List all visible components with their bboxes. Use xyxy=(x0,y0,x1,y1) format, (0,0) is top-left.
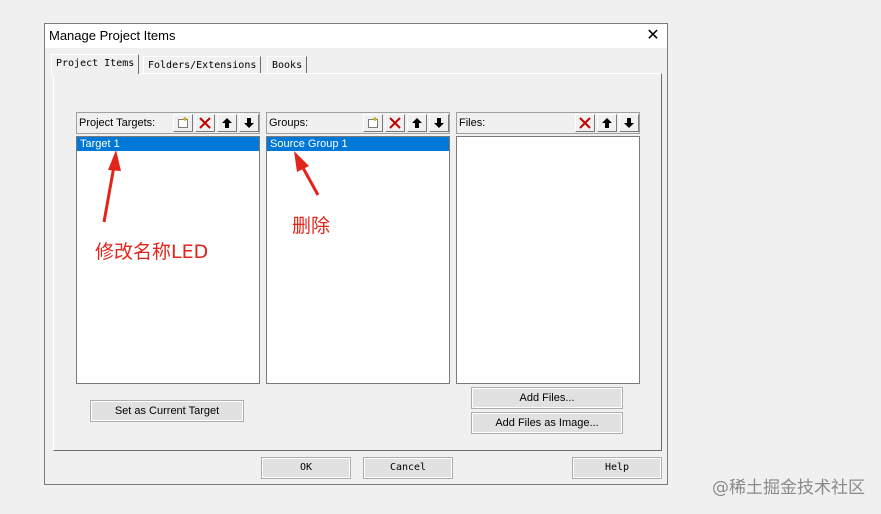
delete-arrow xyxy=(294,151,320,196)
rename-arrow xyxy=(102,150,121,223)
tab-project-items[interactable]: Project Items xyxy=(51,54,140,74)
watermark: @稀土掘金技术社区 xyxy=(712,478,865,498)
delete-annotation: 删除 xyxy=(292,215,331,237)
rename-annotation: 修改名称LED xyxy=(95,241,209,263)
